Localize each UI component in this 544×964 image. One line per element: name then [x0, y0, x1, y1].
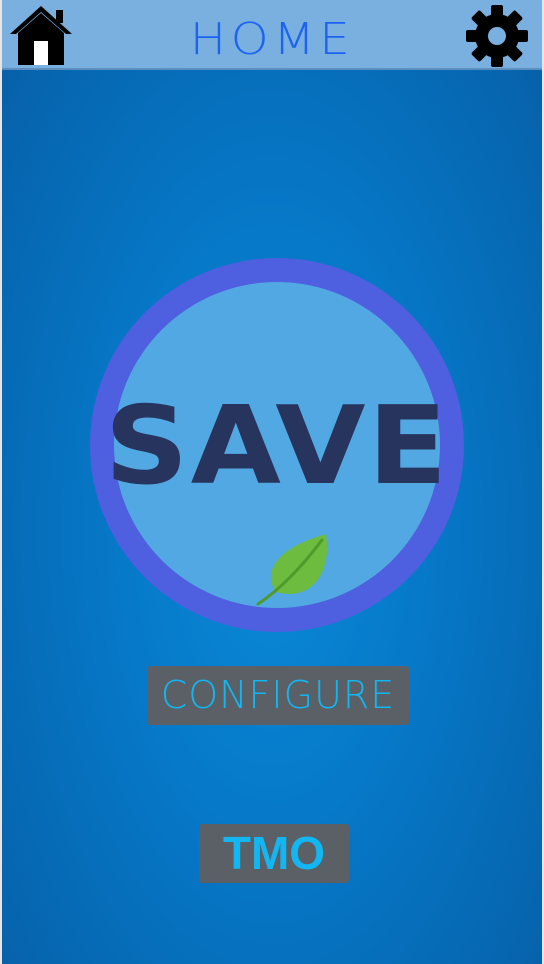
save-button[interactable]: SAVE — [90, 258, 464, 632]
tmo-button[interactable]: TMO — [199, 824, 349, 883]
save-circle: SAVE — [105, 282, 447, 608]
page-title: HOME — [189, 14, 355, 65]
header-bar: HOME — [2, 0, 542, 70]
leaf-icon — [256, 534, 328, 606]
configure-button[interactable]: CONFIGURE — [147, 666, 409, 725]
settings-button[interactable] — [464, 4, 530, 68]
home-screen: HOME SAVE CONFIGURE TMO — [0, 0, 544, 964]
save-label: SAVE — [104, 384, 450, 509]
gear-icon — [466, 5, 528, 67]
